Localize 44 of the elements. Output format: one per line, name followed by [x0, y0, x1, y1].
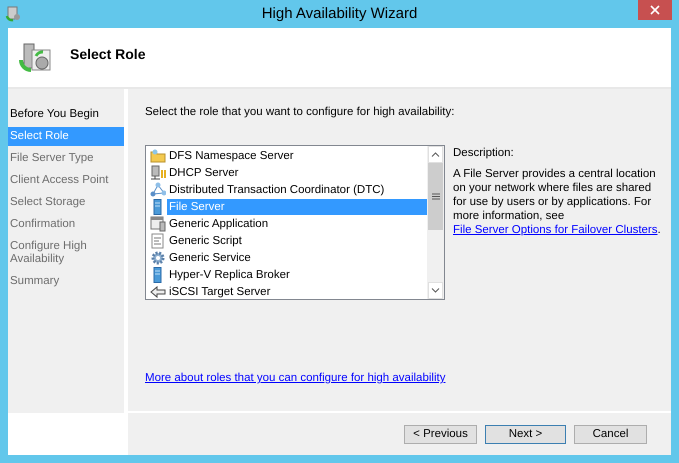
list-item[interactable]: Generic Application: [167, 216, 427, 232]
step-item: Summary: [9, 274, 60, 289]
window-title: High Availability Wizard: [260, 5, 418, 22]
scroll-down-button[interactable]: [428, 282, 443, 299]
caret-down-icon: [431, 288, 440, 293]
list-item[interactable]: DFS Namespace Server: [167, 148, 427, 164]
close-icon: [650, 5, 660, 15]
folder-icon: [150, 148, 166, 164]
grip-icon: [432, 193, 440, 200]
wizard-button[interactable]: Next >: [485, 424, 566, 444]
file-server-options-link[interactable]: File Server Options for Failover Clusters: [453, 224, 658, 236]
list-item[interactable]: iSCSI Target Server: [167, 284, 427, 299]
step-item: Before You Begin: [9, 107, 100, 122]
wizard-button[interactable]: Cancel: [574, 424, 647, 444]
step-item: Confirmation: [9, 217, 76, 232]
application-icon: [150, 216, 166, 232]
description-text: A File Server provides a central location on your network where files are shared for use by users or by applications. For more information, see File Server Options for Failover Clusters.: [453, 167, 662, 237]
app-icon: [5, 6, 21, 22]
instruction-text: Select the role that you want to configure for high availability:: [145, 106, 456, 118]
step-item: Configure High Availability: [9, 239, 88, 267]
role-list[interactable]: DFS Namespace Server DHCP Server Distributed Transaction Coordinator (DTC) File Server Generic Application Generic Script Generic Service Hyper-V Replica Broker iSCSI Target Server: [145, 145, 445, 300]
scrollbar[interactable]: [427, 146, 444, 299]
script-icon: [150, 232, 166, 248]
step-item: Client Access Point: [9, 173, 110, 188]
list-item[interactable]: DHCP Server: [167, 164, 427, 180]
scroll-thumb[interactable]: [428, 163, 443, 230]
scroll-up-button[interactable]: [428, 146, 443, 163]
list-item[interactable]: Hyper-V Replica Broker: [167, 266, 427, 282]
list-item[interactable]: Generic Service: [167, 250, 427, 266]
roles-help-link[interactable]: More about roles that you can configure for high availability: [145, 372, 446, 384]
caret-up-icon: [431, 152, 440, 157]
list-item[interactable]: Distributed Transaction Coordinator (DTC): [167, 182, 427, 198]
list-item[interactable]: Generic Script: [167, 232, 427, 248]
step-item: Select Role: [8, 127, 124, 146]
server-network-icon: [150, 164, 166, 180]
close-button[interactable]: [638, 0, 672, 20]
description-label: Description:: [453, 147, 515, 159]
nodes-icon: [150, 182, 166, 198]
arrow-icon: [150, 284, 166, 299]
gear-icon: [150, 250, 166, 266]
step-item: File Server Type: [9, 151, 95, 166]
step-item: Select Storage: [9, 195, 86, 210]
wizard-button[interactable]: < Previous: [404, 424, 477, 444]
page-title: Select Role: [70, 46, 146, 62]
